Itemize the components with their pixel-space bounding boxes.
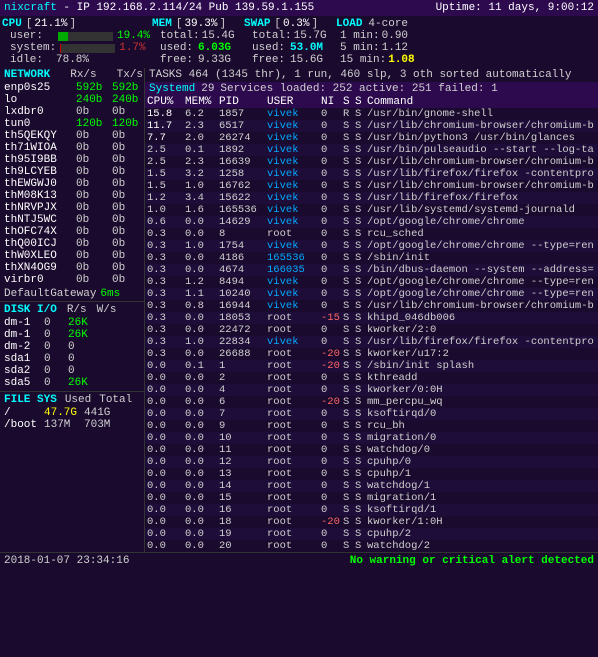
header-title: nixcraft - IP 192.168.2.114/24 Pub 139.5… xyxy=(4,2,314,14)
table-row: 15.8 6.2 1857 vivek 0 R S /usr/bin/gnome… xyxy=(145,108,598,120)
table-row: 0.0 0.0 18 root -20 S S kworker/1:0H xyxy=(145,516,598,528)
table-row: 0.0 0.0 19 root 0 S S cpuhp/2 xyxy=(145,528,598,540)
mem-used: 6.03G xyxy=(198,42,231,54)
table-row: 0.0 0.0 2 root 0 S S kthreadd xyxy=(145,372,598,384)
table-row: 1.5 3.2 1258 vivek 0 S S /usr/lib/firefo… xyxy=(145,168,598,180)
load-stats: LOAD 4-core 1 min: 0.90 5 min: 1.12 15 m… xyxy=(336,18,416,66)
table-row: 1.0 1.6 165536 vivek 0 S S /usr/lib/syst… xyxy=(145,204,598,216)
load-15min: 1.08 xyxy=(388,54,414,66)
systemd-pid: 29 xyxy=(201,83,214,95)
table-row: 1.5 1.0 16762 vivek 0 S S /usr/lib/chrom… xyxy=(145,180,598,192)
tasks-bar: TASKS 464 (1345 thr), 1 run, 460 slp, 3 … xyxy=(145,68,598,82)
tasks-text: TASKS 464 (1345 thr), 1 run, 460 slp, 3 … xyxy=(149,69,571,81)
cpu-idle-pct: 78.8% xyxy=(56,54,89,66)
table-row: 0.0 0.0 6 root -20 S S mm_percpu_wq xyxy=(145,396,598,408)
load-label: LOAD xyxy=(336,18,362,30)
table-row: 0.6 0.0 14629 vivek 0 S S /opt/google/ch… xyxy=(145,216,598,228)
table-row: 0.0 0.0 4 root 0 S S kworker/0:0H xyxy=(145,384,598,396)
fs-header: FILE SYS xyxy=(4,394,57,406)
default-gateway: DefaultGateway 6ms xyxy=(4,288,140,300)
table-row: 7.7 2.0 26274 vivek 0 S S /usr/bin/pytho… xyxy=(145,132,598,144)
cpu-sys-pct: 1.7% xyxy=(119,42,145,54)
filesystem-section: FILE SYS Used Total /47.7G441G /boot137M… xyxy=(0,391,144,433)
swap-stats: SWAP [ 0.3% ] total: 15.7G used: 53.0M f… xyxy=(244,18,334,66)
network-section: NETWORK Rx/s Tx/s enp0s25592b592b lo240b… xyxy=(0,68,144,301)
fs-list: /47.7G441G /boot137M703M xyxy=(4,407,140,431)
table-row: 2.5 0.1 1892 vivek 0 S S /usr/bin/pulsea… xyxy=(145,144,598,156)
cpu-percent: 21.1% xyxy=(34,18,67,30)
disk-section: DISK I/O R/s W/s dm-1026K dm-1026K dm-20… xyxy=(0,301,144,391)
table-row: 0.0 0.0 9 root 0 S S rcu_bh xyxy=(145,420,598,432)
load-1min: 0.90 xyxy=(382,30,408,42)
table-row: 0.3 0.0 4674 166035 0 S S /bin/dbus-daem… xyxy=(145,264,598,276)
cpu-user-pct: 19.4% xyxy=(117,30,150,42)
table-row: 0.0 0.0 14 root 0 S S watchdog/1 xyxy=(145,480,598,492)
table-row: 0.0 0.0 16 root 0 S S ksoftirqd/1 xyxy=(145,504,598,516)
table-row: 0.3 0.0 4186 165536 0 S S /sbin/init xyxy=(145,252,598,264)
table-row: 0.3 0.8 16944 vivek 0 S S /usr/lib/chrom… xyxy=(145,300,598,312)
cpu-label: CPU xyxy=(2,18,22,30)
table-row: 0.0 0.0 12 root 0 S S cpuhp/0 xyxy=(145,456,598,468)
table-row: 0.3 0.0 22472 root 0 S S kworker/2:0 xyxy=(145,324,598,336)
table-row: 0.3 1.2 8494 vivek 0 S S /opt/google/chr… xyxy=(145,276,598,288)
table-row: 0.0 0.0 13 root 0 S S cpuhp/1 xyxy=(145,468,598,480)
footer: 2018-01-07 23:34:16 No warning or critic… xyxy=(0,552,598,569)
disk-header: DISK I/O xyxy=(4,304,57,316)
app: nixcraft - IP 192.168.2.114/24 Pub 139.5… xyxy=(0,0,598,569)
table-row: 0.3 1.1 10240 vivek 0 S S /opt/google/ch… xyxy=(145,288,598,300)
table-row: 11.7 2.3 6517 vivek 0 S S /usr/lib/chrom… xyxy=(145,120,598,132)
table-row: 0.3 1.0 1754 vivek 0 S S /opt/google/chr… xyxy=(145,240,598,252)
table-row: 2.5 2.3 16639 vivek 0 S S /usr/lib/chrom… xyxy=(145,156,598,168)
table-row: 1.2 3.4 15622 vivek 0 S S /usr/lib/firef… xyxy=(145,192,598,204)
swap-label: SWAP xyxy=(244,18,270,30)
process-list: 15.8 6.2 1857 vivek 0 R S /usr/bin/gnome… xyxy=(145,108,598,552)
systemd-name: Systemd xyxy=(149,83,195,95)
swap-percent: 0.3% xyxy=(283,18,309,30)
table-row: 0.3 0.0 18053 root -15 S S khipd_046db00… xyxy=(145,312,598,324)
load-5min: 1.12 xyxy=(382,42,408,54)
mem-free: 9.33G xyxy=(198,54,231,66)
network-header: NETWORK xyxy=(4,69,50,81)
footer-alert: No warning or critical alert detected xyxy=(350,555,594,567)
footer-timestamp: 2018-01-07 23:34:16 xyxy=(4,555,129,567)
swap-used: 53.0M xyxy=(290,42,323,54)
swap-total: 15.7G xyxy=(294,30,327,42)
network-interfaces: enp0s25592b592b lo240b240b lxdbr00b0b tu… xyxy=(4,82,140,286)
mem-label: MEM xyxy=(152,18,172,30)
disk-list: dm-1026K dm-1026K dm-200 sda100 sda200 s… xyxy=(4,317,140,389)
table-row: 0.0 0.0 7 root 0 S S ksoftirqd/0 xyxy=(145,408,598,420)
load-cores: 4-core xyxy=(368,18,408,30)
table-row: 0.3 1.0 22834 vivek 0 S S /usr/lib/firef… xyxy=(145,336,598,348)
cpu-stats: CPU [ 21.1% ] user: 19.4% system: 1.7% xyxy=(2,18,150,66)
process-header: CPU% MEM% PID USER NI S S Command xyxy=(145,96,598,108)
table-row: 0.0 0.0 15 root 0 S S migration/1 xyxy=(145,492,598,504)
swap-free: 15.6G xyxy=(290,54,323,66)
header-bar: nixcraft - IP 192.168.2.114/24 Pub 139.5… xyxy=(0,0,598,16)
mem-stats: MEM [ 39.3% ] total: 15.4G used: 6.03G f… xyxy=(152,18,242,66)
table-row: 0.0 0.1 1 root -20 S S /sbin/init splash xyxy=(145,360,598,372)
systemd-bar: Systemd 29 Services loaded: 252 active: … xyxy=(145,82,598,96)
table-row: 0.3 0.0 26688 root -20 S S kworker/u17:2 xyxy=(145,348,598,360)
table-row: 0.0 0.0 10 root 0 S S migration/0 xyxy=(145,432,598,444)
table-row: 0.0 0.0 20 root 0 S S watchdog/2 xyxy=(145,540,598,552)
table-row: 0.0 0.0 11 root 0 S S watchdog/0 xyxy=(145,444,598,456)
table-row: 0.3 0.0 8 root 0 S S rcu_sched xyxy=(145,228,598,240)
header-uptime: Uptime: 11 days, 9:00:12 xyxy=(436,2,594,14)
mem-percent: 39.3% xyxy=(184,18,217,30)
systemd-services: Services loaded: 252 active: 251 failed:… xyxy=(220,83,497,95)
mem-total: 15.4G xyxy=(202,30,235,42)
